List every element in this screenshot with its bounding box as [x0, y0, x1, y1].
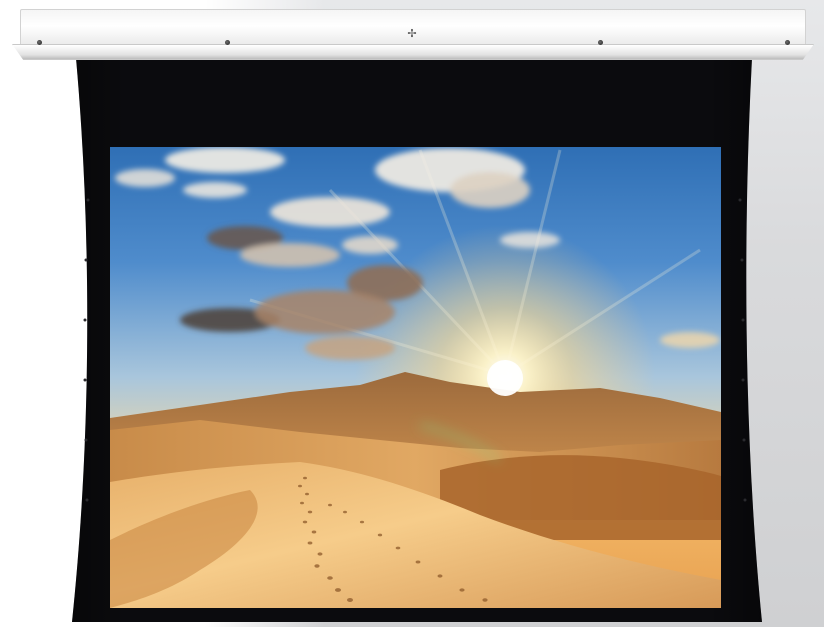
- bracket-icon: ✢: [407, 28, 417, 40]
- product-scene: ✢: [0, 0, 824, 627]
- projected-image: [110, 147, 721, 608]
- screw-icon: [598, 40, 603, 45]
- screw-icon: [785, 40, 790, 45]
- screw-icon: [225, 40, 230, 45]
- screw-icon: [37, 40, 42, 45]
- projection-screen: [72, 58, 762, 622]
- housing-trim: [12, 44, 814, 60]
